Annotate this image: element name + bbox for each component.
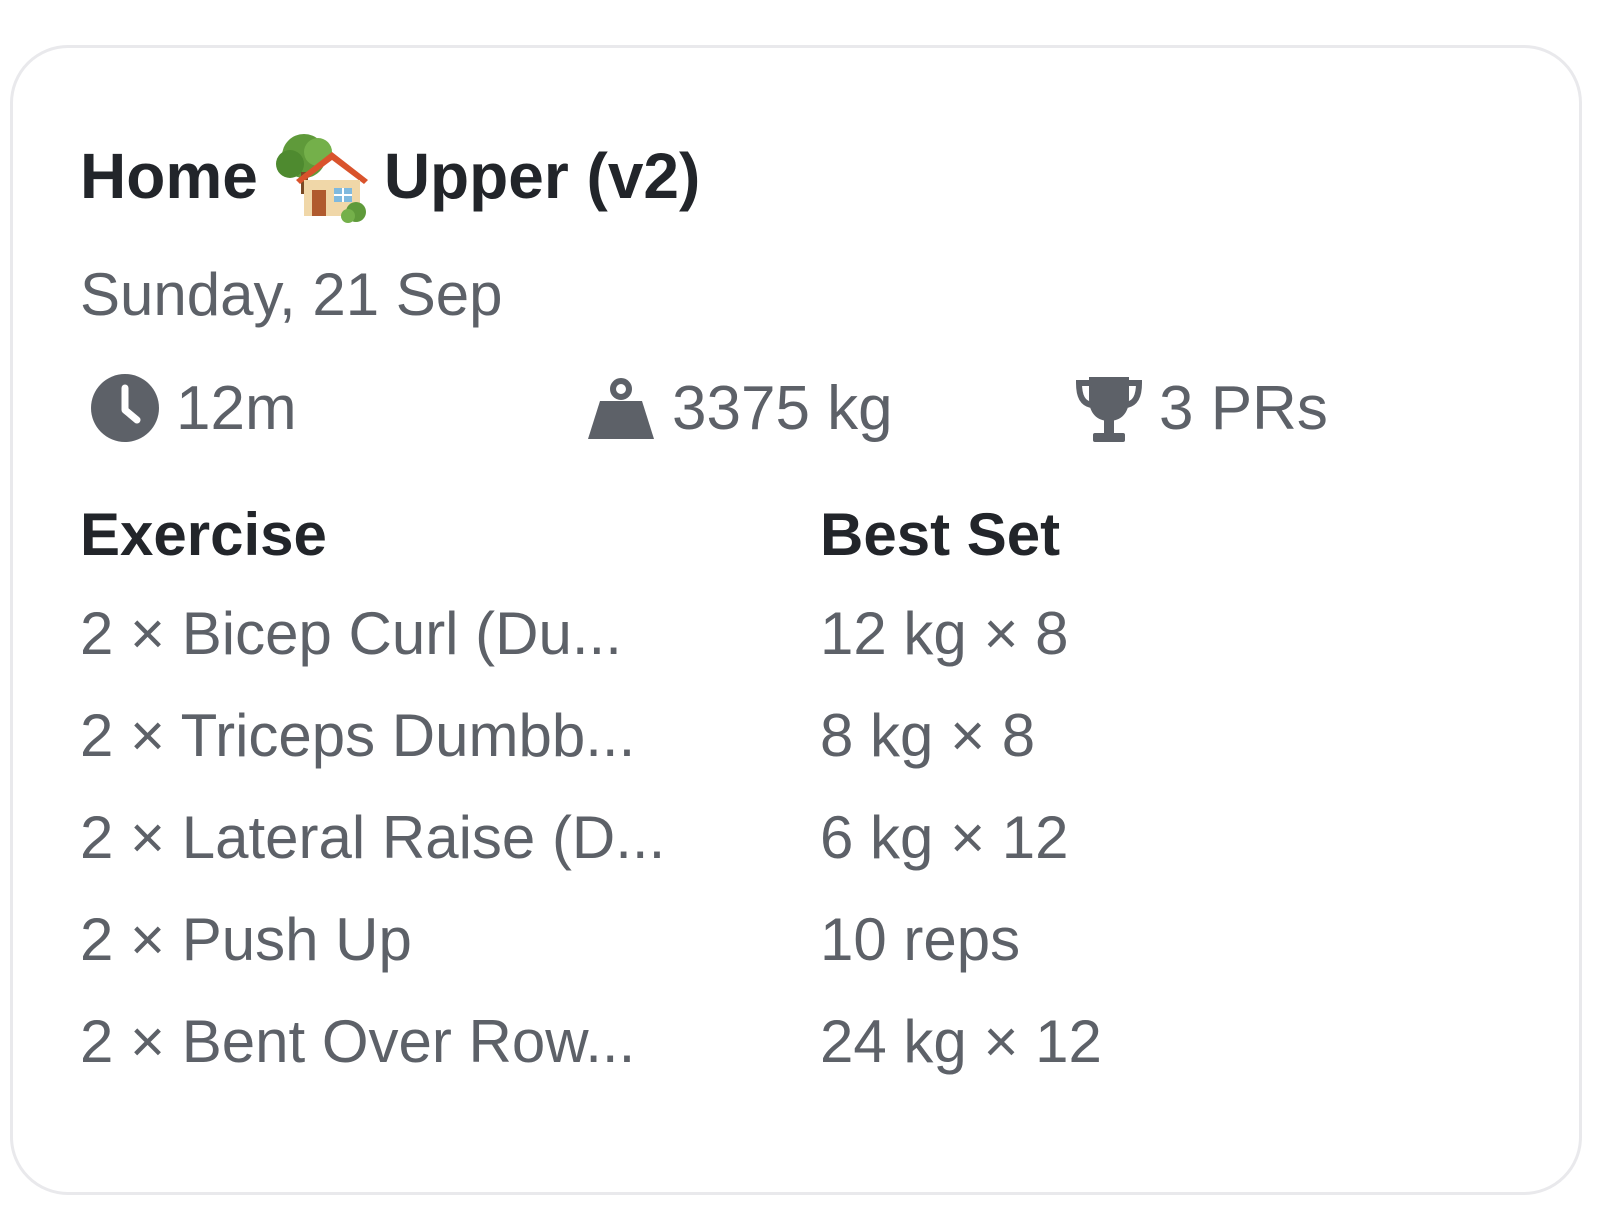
exercise-name: 2 × Lateral Raise (D... — [80, 804, 666, 871]
exercise-name: 2 × Push Up — [80, 906, 412, 973]
clock-icon — [91, 374, 159, 442]
stat-duration: 12m — [90, 370, 297, 446]
workout-date: Sunday, 21 Sep — [80, 261, 503, 328]
house-with-garden-icon — [274, 128, 370, 224]
best-set: 10 reps — [820, 906, 1021, 973]
workout-title-start: Home — [80, 140, 258, 212]
stat-volume-value: 3375 kg — [672, 373, 893, 443]
exercise-name: 2 × Bicep Curl (Du... — [80, 600, 622, 667]
table-row: 2 × Bent Over Row... 24 kg × 12 — [80, 1002, 1280, 1082]
best-set: 6 kg × 12 — [820, 804, 1069, 871]
stat-volume: 3375 kg — [586, 370, 893, 446]
table-row: 2 × Push Up 10 reps — [80, 900, 1280, 980]
workout-title: Home Upper (v2) — [80, 128, 700, 224]
column-header-best-set: Best Set — [820, 501, 1061, 568]
workout-title-end: Upper (v2) — [383, 140, 701, 212]
best-set: 24 kg × 12 — [820, 1008, 1102, 1075]
table-row: 2 × Triceps Dumbb... 8 kg × 8 — [80, 696, 1280, 776]
exercise-name: 2 × Bent Over Row... — [80, 1008, 636, 1075]
table-row: 2 × Lateral Raise (D... 6 kg × 12 — [80, 798, 1280, 878]
exercise-name: 2 × Triceps Dumbb... — [80, 702, 636, 769]
best-set: 12 kg × 8 — [820, 600, 1069, 667]
column-header-exercise: Exercise — [80, 501, 327, 568]
stat-prs-value: 3 PRs — [1159, 373, 1328, 443]
table-row: 2 × Bicep Curl (Du... 12 kg × 8 — [80, 594, 1280, 674]
best-set: 8 kg × 8 — [820, 702, 1036, 769]
trophy-icon — [1075, 377, 1143, 442]
weight-icon — [588, 378, 654, 439]
stat-duration-value: 12m — [176, 373, 297, 443]
stat-prs: 3 PRs — [1075, 370, 1328, 446]
